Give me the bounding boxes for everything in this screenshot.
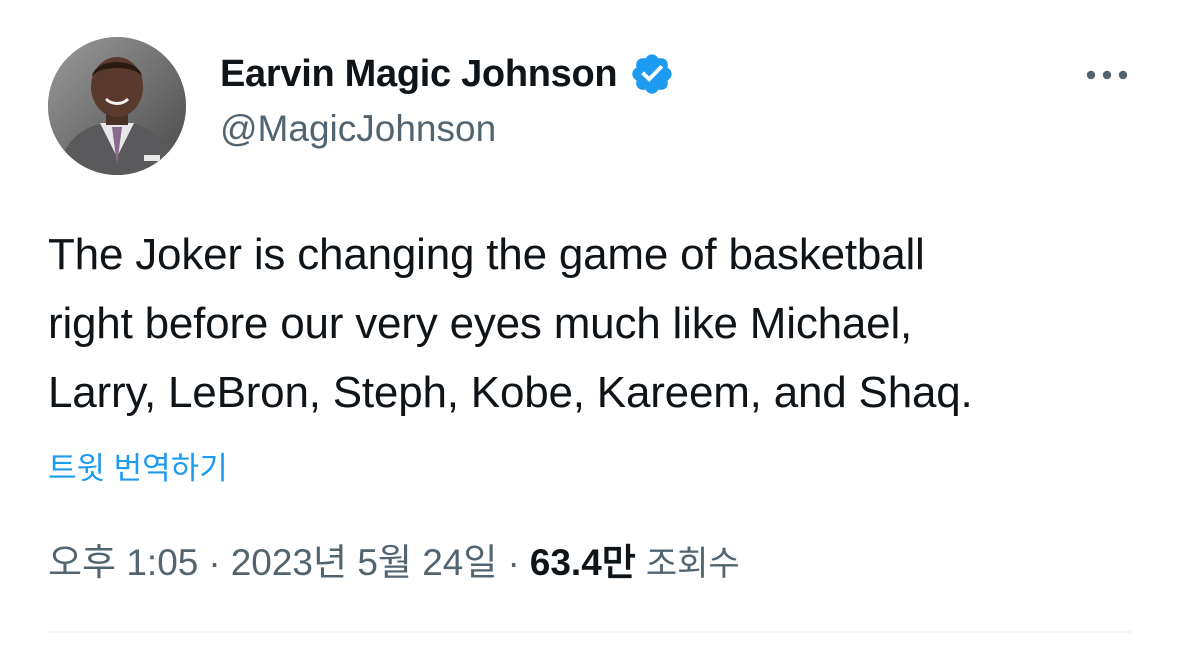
more-horizontal-icon bbox=[1086, 70, 1128, 80]
tweet-meta: 오후 1:05 · 2023년 5월 24일 · 63.4만 조회수 bbox=[48, 532, 740, 586]
tweet-text-line: Larry, LeBron, Steph, Kobe, Kareem, and … bbox=[48, 368, 973, 417]
author-handle[interactable]: @MagicJohnson bbox=[220, 108, 496, 150]
display-name[interactable]: Earvin Magic Johnson bbox=[220, 53, 618, 96]
more-options-button[interactable] bbox=[1080, 56, 1134, 94]
tweet-text-line: right before our very eyes much like Mic… bbox=[48, 299, 913, 348]
avatar[interactable] bbox=[48, 37, 186, 175]
author-name-row[interactable]: Earvin Magic Johnson bbox=[220, 50, 675, 98]
verified-badge-icon[interactable] bbox=[629, 51, 675, 97]
tweet-date[interactable]: 2023년 5월 24일 bbox=[231, 532, 498, 586]
meta-separator: · bbox=[208, 542, 221, 583]
profile-photo bbox=[48, 37, 186, 175]
views-count[interactable]: 63.4만 bbox=[530, 532, 636, 586]
divider bbox=[48, 631, 1131, 633]
tweet-text: The Joker is changing the game of basket… bbox=[48, 220, 1138, 427]
tweet-text-line: The Joker is changing the game of basket… bbox=[48, 230, 925, 279]
views-label: 조회수 bbox=[645, 545, 740, 583]
translate-tweet-link[interactable]: 트윗 번역하기 bbox=[48, 443, 228, 488]
tweet-time[interactable]: 오후 1:05 bbox=[48, 532, 198, 586]
meta-separator: · bbox=[507, 542, 520, 583]
